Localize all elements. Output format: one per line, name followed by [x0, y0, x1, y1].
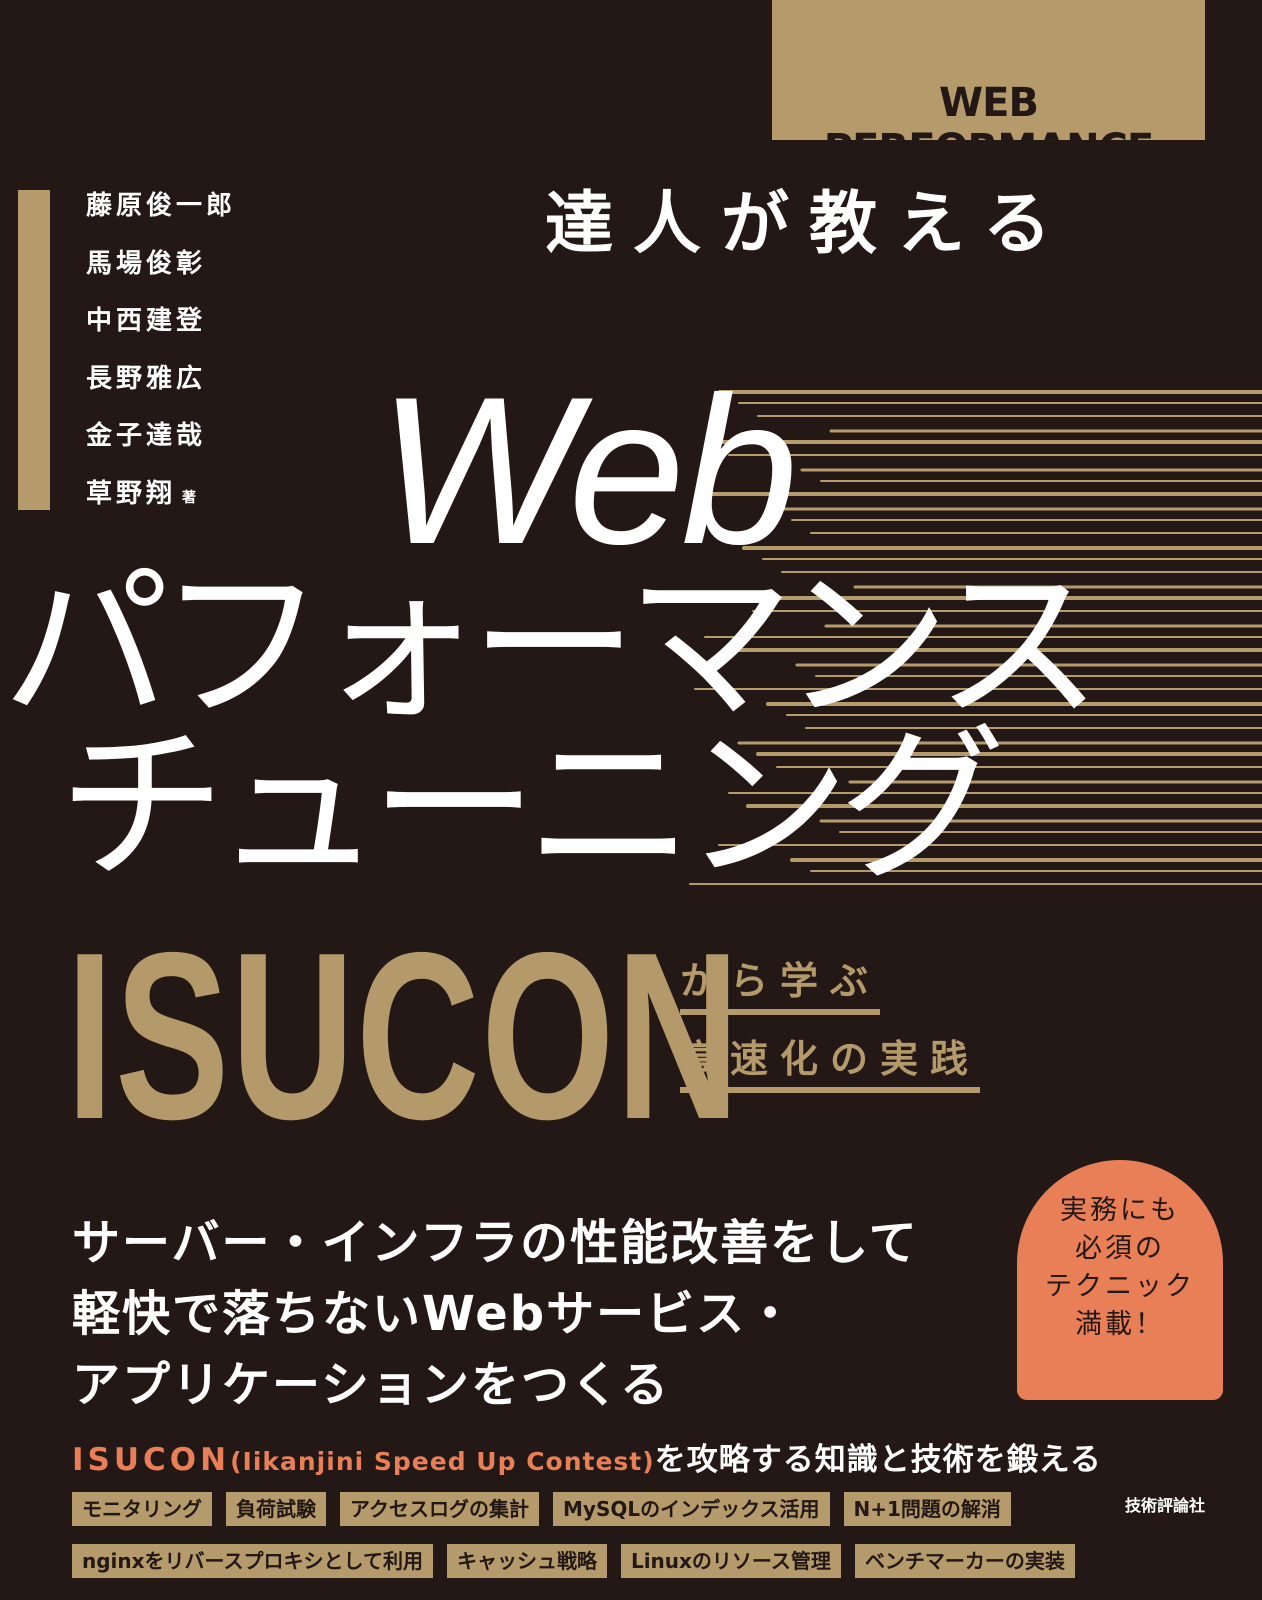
badge-line: テクニック [1045, 1271, 1195, 1302]
badge-line: 実務にも [1060, 1195, 1180, 1226]
title-line-tuning: チューニング [58, 708, 1006, 904]
lead-copy: サーバー・インフラの性能改善をして 軽快で落ちないWebサービス・ アプリケーシ… [72, 1208, 919, 1421]
topic-tag: Linuxのリソース管理 [620, 1544, 841, 1578]
topic-tag: MySQLのインデックス活用 [553, 1492, 830, 1526]
badge-line: 満載！ [1075, 1309, 1165, 1340]
side-accent-bar [18, 190, 50, 510]
tagline-paren: (Iikanjini Speed Up Contest) [230, 1447, 655, 1476]
author-name: 長野雅広 [86, 363, 207, 394]
topic-tag: N+1問題の解消 [843, 1492, 1011, 1526]
lead-line: 軽快で落ちないWebサービス・ [72, 1286, 797, 1342]
practice-label: 高速化の実践 [680, 1028, 981, 1093]
title-web: Web [378, 353, 798, 588]
publisher-name: 技術評論社 [1125, 1496, 1206, 1515]
topic-tag: nginxをリバースプロキシとして利用 [72, 1544, 433, 1578]
lead-line: アプリケーションをつくる [72, 1357, 671, 1413]
tagline: ISUCON(Iikanjini Speed Up Contest)を攻略する知… [72, 1434, 1102, 1479]
topic-tags: モニタリング 負荷試験 アクセスログの集計 MySQLのインデックス活用 N+1… [72, 1492, 1202, 1596]
title-line-performance: パフォーマンス [2, 548, 1103, 744]
tagline-rest: を攻略する知識と技術を鍛える [654, 1442, 1102, 1478]
author-name: 金子達哉 [86, 421, 207, 451]
author-name: 藤原俊一郎 [86, 191, 237, 221]
topic-tag: 負荷試験 [226, 1492, 326, 1526]
isucon-title: ISUCON [66, 904, 742, 1169]
author-name-last: 草野翔著 [86, 478, 236, 536]
tagline-isucon: ISUCON [72, 1442, 231, 1478]
tag-row: nginxをリバースプロキシとして利用 キャッシュ戦略 Linuxのリソース管理… [72, 1544, 1202, 1578]
from-learn-label: から学ぶ [680, 950, 881, 1015]
topic-tag: モニタリング [72, 1492, 212, 1526]
badge-line: 必須の [1075, 1233, 1165, 1264]
author-name: 草野翔 [86, 478, 177, 509]
promo-badge: 実務にも 必須の テクニック 満載！ [1017, 1160, 1223, 1400]
author-name: 馬場俊彰 [86, 248, 207, 279]
tag-row: モニタリング 負荷試験 アクセスログの集計 MySQLのインデックス活用 N+1… [72, 1492, 1202, 1526]
authors-suffix: 著 [182, 489, 197, 506]
subtitle-top: 達人が教える [545, 185, 1071, 264]
lead-line: サーバー・インフラの性能改善をして [72, 1215, 919, 1271]
author-name: 中西建登 [86, 306, 207, 336]
topic-tag: ベンチマーカーの実装 [854, 1544, 1075, 1578]
topic-tag: アクセスログの集計 [340, 1492, 539, 1526]
series-label: WEB PERFORMANCE TUNING [772, 0, 1205, 218]
author-list: 藤原俊一郎 馬場俊彰 中西建登 長野雅広 金子達哉 草野翔著 [86, 190, 236, 535]
topic-tag: キャッシュ戦略 [446, 1544, 607, 1578]
